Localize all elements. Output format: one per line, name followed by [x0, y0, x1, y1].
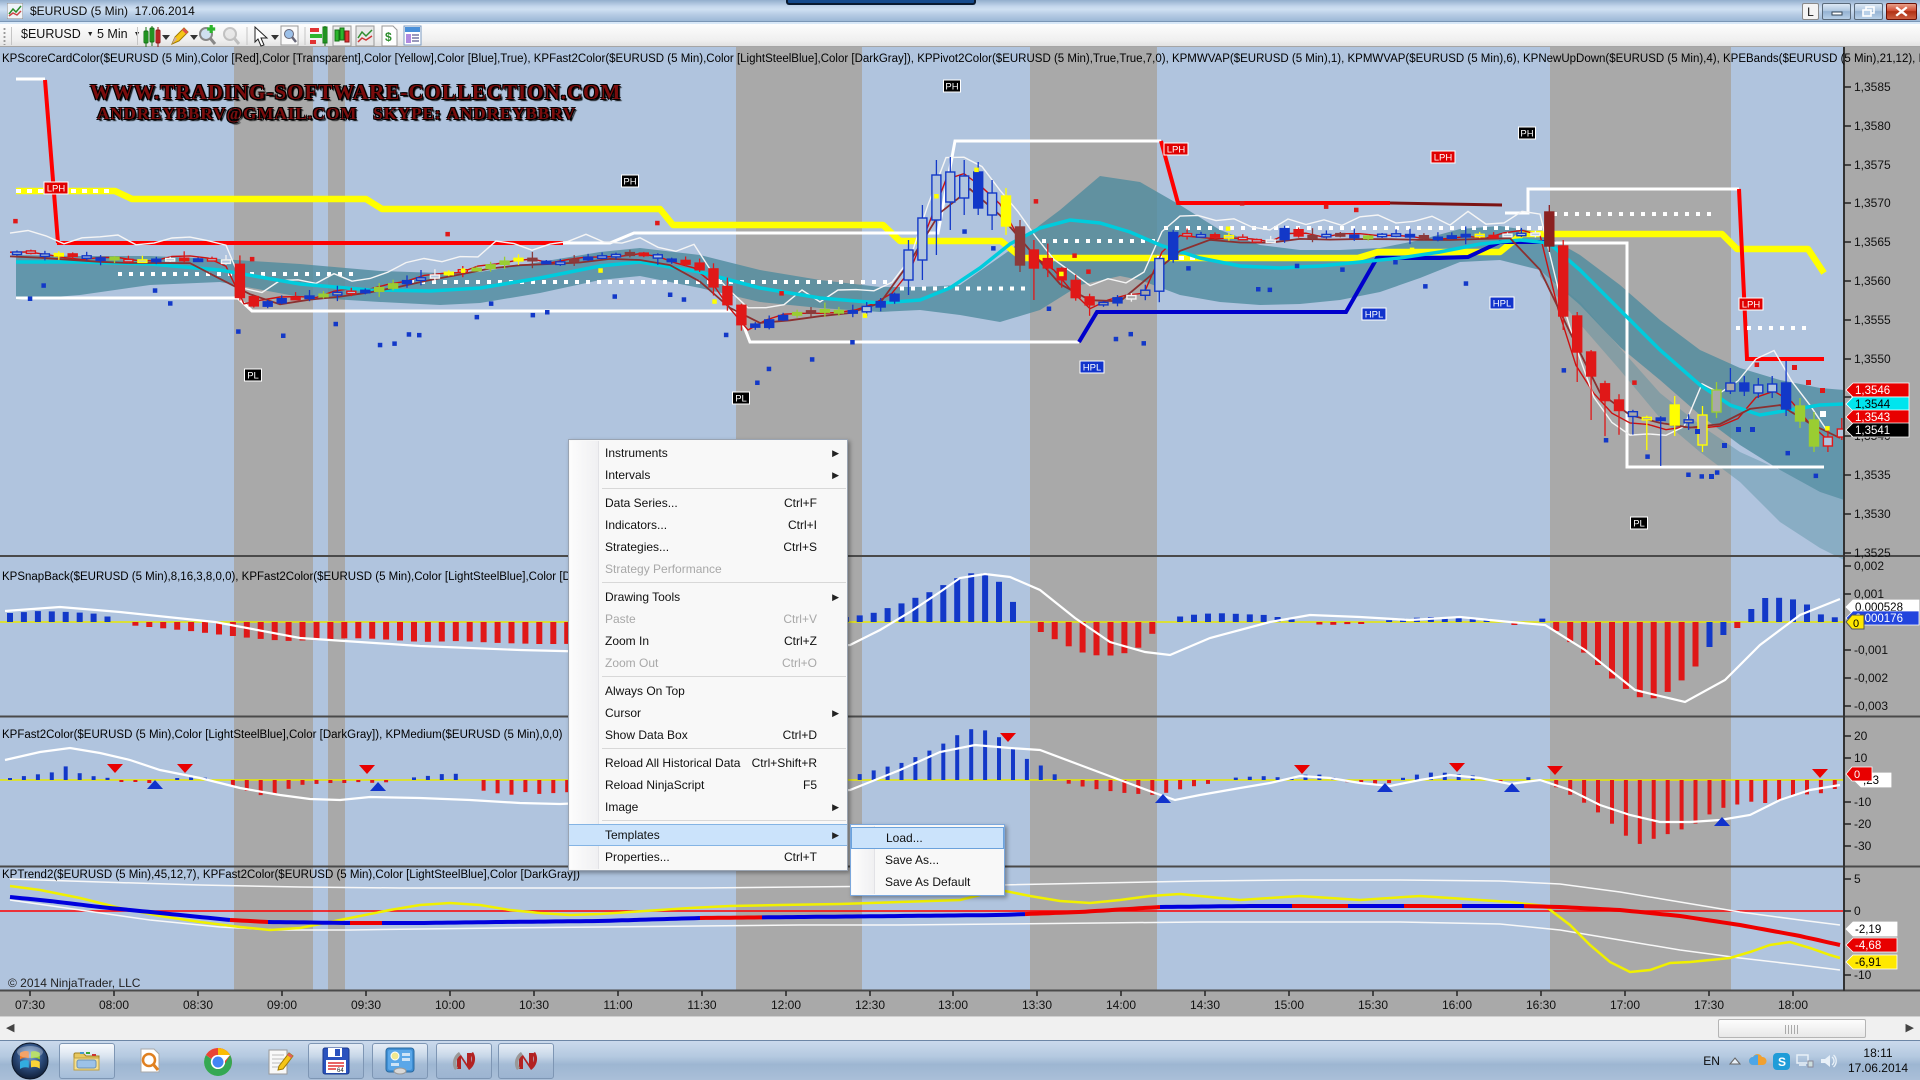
- svg-text:LPH: LPH: [1434, 153, 1453, 164]
- svg-text:LPH: LPH: [1742, 300, 1761, 311]
- svg-text:-30: -30: [1854, 839, 1872, 853]
- svg-text:-10: -10: [1854, 795, 1872, 809]
- svg-text:14:00: 14:00: [1106, 998, 1136, 1012]
- svg-text:0,001: 0,001: [1854, 587, 1884, 601]
- svg-text:14:30: 14:30: [1190, 998, 1220, 1012]
- svg-text:11:30: 11:30: [687, 998, 716, 1012]
- svg-text:64: 64: [337, 1068, 344, 1074]
- svg-text:HPL: HPL: [1083, 363, 1101, 374]
- svg-text:09:30: 09:30: [351, 998, 381, 1012]
- svg-text:PL: PL: [247, 371, 259, 382]
- svg-text:0,002: 0,002: [1854, 559, 1884, 573]
- svg-text:15:00: 15:00: [1274, 998, 1304, 1012]
- svg-text:18:00: 18:00: [1778, 998, 1808, 1012]
- svg-text:-0,002: -0,002: [1854, 671, 1888, 685]
- svg-text:16:00: 16:00: [1442, 998, 1472, 1012]
- svg-text:-20: -20: [1854, 817, 1872, 831]
- svg-text:10: 10: [1854, 751, 1868, 765]
- svg-text:08:30: 08:30: [183, 998, 213, 1012]
- svg-text:HPL: HPL: [1365, 310, 1383, 321]
- svg-text:-4,68: -4,68: [1855, 940, 1881, 952]
- svg-text:11:00: 11:00: [603, 998, 632, 1012]
- svg-text:PH: PH: [1520, 129, 1533, 140]
- svg-text:PL: PL: [1633, 519, 1645, 530]
- svg-text:© 2014 NinjaTrader, LLC: © 2014 NinjaTrader, LLC: [8, 976, 141, 990]
- svg-text:10:00: 10:00: [435, 998, 465, 1012]
- svg-text:17:00: 17:00: [1610, 998, 1640, 1012]
- svg-text:1,3530: 1,3530: [1854, 507, 1891, 521]
- svg-text:-0,001: -0,001: [1854, 643, 1888, 657]
- svg-text:15:30: 15:30: [1358, 998, 1388, 1012]
- svg-text:1,3570: 1,3570: [1854, 196, 1891, 210]
- svg-text:-2,19: -2,19: [1855, 924, 1881, 936]
- svg-text:1,3550: 1,3550: [1854, 352, 1891, 366]
- svg-text:1,3525: 1,3525: [1854, 546, 1891, 560]
- svg-text:10:30: 10:30: [519, 998, 549, 1012]
- svg-text:13:30: 13:30: [1022, 998, 1052, 1012]
- svg-text:1,3541: 1,3541: [1855, 425, 1890, 437]
- svg-text:08:00: 08:00: [99, 998, 129, 1012]
- svg-text:13:00: 13:00: [938, 998, 968, 1012]
- svg-text:20: 20: [1854, 729, 1868, 743]
- svg-text:1,3546: 1,3546: [1855, 385, 1890, 397]
- svg-text:PH: PH: [623, 177, 636, 188]
- svg-text:HPL: HPL: [1493, 299, 1511, 310]
- svg-text:1,3575: 1,3575: [1854, 158, 1891, 172]
- svg-text:0: 0: [1854, 904, 1861, 918]
- svg-text:PL: PL: [735, 394, 747, 405]
- svg-text:$: $: [385, 30, 392, 44]
- svg-text:12:30: 12:30: [855, 998, 885, 1012]
- svg-text:1,3535: 1,3535: [1854, 468, 1891, 482]
- svg-text:-6,91: -6,91: [1855, 957, 1881, 969]
- svg-text:16:30: 16:30: [1526, 998, 1556, 1012]
- svg-text:1,3555: 1,3555: [1854, 313, 1891, 327]
- svg-text:1,3544: 1,3544: [1855, 399, 1891, 411]
- svg-text:LPH: LPH: [1167, 145, 1186, 156]
- svg-text:-10: -10: [1854, 968, 1872, 982]
- svg-text:17:30: 17:30: [1694, 998, 1724, 1012]
- svg-text:LPH: LPH: [47, 184, 66, 195]
- svg-text:-0,003: -0,003: [1854, 699, 1888, 713]
- svg-text:12:00: 12:00: [771, 998, 801, 1012]
- svg-text:5: 5: [1854, 872, 1861, 886]
- svg-text:07:30: 07:30: [15, 998, 45, 1012]
- svg-text:1,3543: 1,3543: [1855, 412, 1890, 424]
- svg-text:09:00: 09:00: [267, 998, 297, 1012]
- svg-text:S: S: [1778, 1055, 1786, 1069]
- svg-text:1,3565: 1,3565: [1854, 235, 1891, 249]
- svg-text:1,3560: 1,3560: [1854, 274, 1891, 288]
- svg-text:0: 0: [1854, 769, 1860, 781]
- svg-text:0: 0: [1853, 618, 1859, 630]
